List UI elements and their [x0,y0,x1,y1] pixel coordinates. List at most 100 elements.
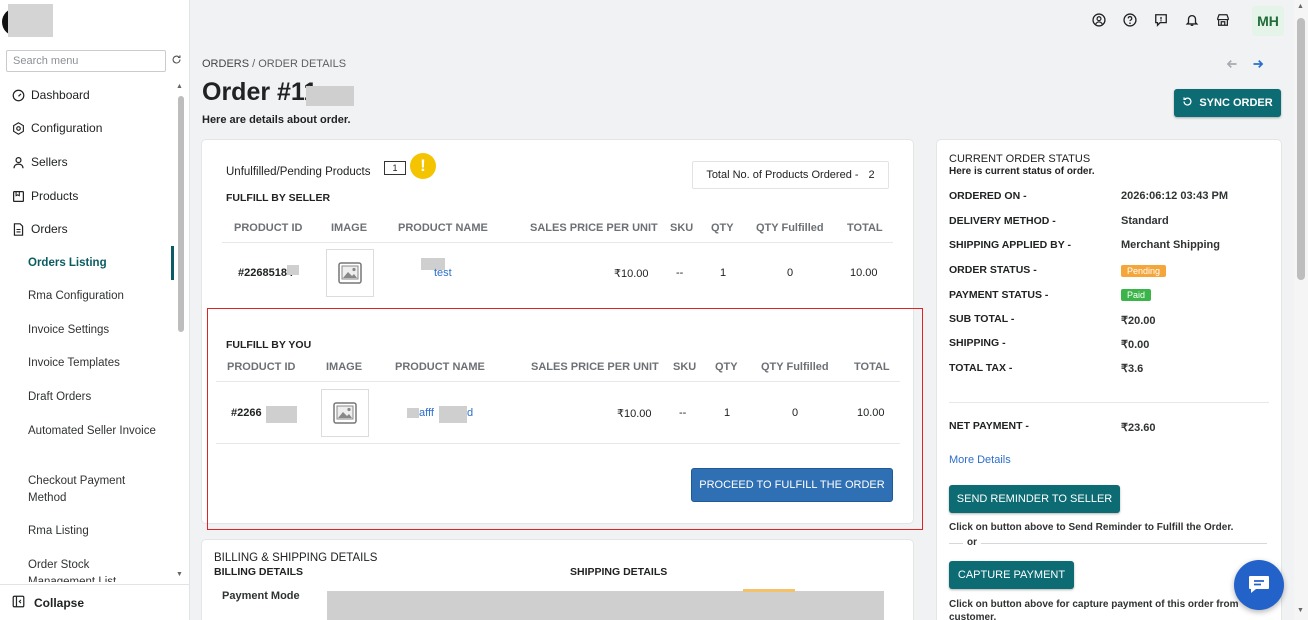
redacted-block [327,591,884,620]
product-id: #2266 [231,407,262,419]
column-header: PRODUCT NAME [398,222,488,234]
breadcrumb: ORDERS / ORDER DETAILS [202,58,346,70]
sub-total-value: ₹20.00 [1121,315,1156,327]
products-icon [11,189,25,203]
divider [222,242,893,243]
unfulfilled-count: 1 [384,161,406,175]
collapse-label: Collapse [34,595,85,610]
breadcrumb-orders[interactable]: ORDERS [202,58,249,70]
status-subtitle: Here is current status of order. [949,166,1095,177]
delivery-method-value: Standard [1121,215,1169,227]
page-scrollbar[interactable]: ▲ ▼ [1294,0,1308,620]
help-icon[interactable] [1121,11,1139,29]
sidebar-item-label: Orders [31,222,68,236]
proceed-to-fulfill-button[interactable]: PROCEED TO FULFILL THE ORDER [691,468,893,502]
sku: -- [679,407,687,419]
sidebar-subitem-invoice-settings[interactable]: Invoice Settings [28,322,158,339]
sync-order-button[interactable]: SYNC ORDER [1174,89,1281,117]
sidebar-subitem-rma-listing[interactable]: Rma Listing [28,523,158,540]
sidebar-subitem-checkout-payment-method[interactable]: Checkout Payment Method [28,473,158,507]
sidebar-item-sellers[interactable]: Sellers [11,155,68,169]
logo[interactable] [8,4,53,37]
scroll-up-icon[interactable]: ▲ [1297,3,1304,10]
chat-button[interactable] [1234,560,1284,610]
billing-details-title: BILLING DETAILS [214,566,304,578]
sync-order-label: SYNC ORDER [1199,97,1273,109]
breadcrumb-separator: / [249,58,259,70]
store-icon[interactable] [1214,11,1232,29]
scroll-up-icon[interactable]: ▲ [176,83,183,90]
shipping-details-title: SHIPPING DETAILS [570,566,668,578]
billing-shipping-heading: BILLING & SHIPPING DETAILS [214,552,378,564]
refresh-icon[interactable] [171,54,182,68]
sidebar-item-label: Products [31,189,79,203]
total-tax-label: TOTAL TAX - [949,362,1013,374]
product-image-placeholder [326,249,374,297]
capture-payment-button[interactable]: CAPTURE PAYMENT [949,561,1074,589]
page-scroll-thumb[interactable] [1297,18,1305,280]
sidebar-item-orders[interactable]: Orders [11,222,68,236]
status-badge [743,589,795,592]
payment-status-badge: Paid [1121,289,1152,301]
sidebar-item-products[interactable]: Products [11,189,78,203]
or-divider [949,543,1267,544]
column-header: QTY Fulfilled [761,361,829,373]
send-reminder-button[interactable]: SEND REMINDER TO SELLER [949,485,1120,513]
product-name-link[interactable]: test [434,267,452,279]
total-products-value: 2 [868,169,875,181]
sidebar-item-label: Dashboard [31,88,90,102]
status-title: CURRENT ORDER STATUS [949,153,1091,165]
column-header: SALES PRICE PER UNIT [530,222,658,234]
sidebar-subitem-orders-listing[interactable]: Orders Listing [28,255,158,272]
redacted-text [407,408,419,418]
net-payment-label: NET PAYMENT - [949,420,1029,432]
redacted-text [266,406,297,423]
divider [216,381,900,382]
column-header: IMAGE [326,361,363,373]
sidebar-menu: Dashboard Configuration Sellers Products… [0,82,174,582]
chat-icon [1249,576,1269,593]
sidebar-scrollbar[interactable] [178,96,184,332]
payment-status-label: PAYMENT STATUS - [949,289,1049,301]
divider [216,443,900,444]
product-name-link[interactable]: afff [419,407,434,419]
feedback-icon[interactable] [1152,11,1170,29]
scroll-down-icon[interactable]: ▼ [176,571,183,578]
total-tax-value: ₹3.6 [1121,363,1144,375]
search-menu-input[interactable] [6,50,166,72]
total-products-box: Total No. of Products Ordered - 2 [692,161,889,189]
shipping-label: SHIPPING - [949,337,1006,349]
sidebar-item-configuration[interactable]: Configuration [11,121,102,135]
column-header: PRODUCT ID [227,361,296,373]
active-indicator [171,246,174,280]
total-products-label: Total No. of Products Ordered - [706,169,859,181]
avatar[interactable]: MH [1252,6,1284,36]
scroll-down-icon[interactable]: ▼ [1297,607,1304,614]
collapse-button[interactable]: Collapse [0,584,190,620]
fulfill-by-you-heading: FULFILL BY YOU [226,339,312,351]
more-details-link[interactable]: More Details [949,454,1011,466]
column-header: PRODUCT ID [234,222,303,234]
image-placeholder-icon [333,402,357,424]
column-header: TOTAL [854,361,890,373]
capture-note: Click on button above for capture paymen… [949,599,1239,620]
product-name-link[interactable]: d [467,407,473,419]
bell-icon[interactable] [1183,11,1201,29]
arrow-right-icon[interactable] [1252,57,1264,73]
row-total: 10.00 [850,267,878,279]
sidebar-subitem-order-stock-management[interactable]: Order Stock Management List [28,557,158,582]
dashboard-icon [11,88,25,102]
image-placeholder-icon [338,262,362,284]
sidebar-subitem-invoice-templates[interactable]: Invoice Templates [28,355,158,372]
sidebar-subitem-automated-seller-invoice[interactable]: Automated Seller Invoice [28,423,158,440]
user-circle-icon[interactable] [1090,11,1108,29]
sidebar-subitem-draft-orders[interactable]: Draft Orders [28,389,158,406]
page-title: Order #11 [202,78,318,106]
sales-price: ₹10.00 [614,268,649,280]
sales-price: ₹10.00 [617,408,652,420]
sidebar-item-dashboard[interactable]: Dashboard [11,88,90,102]
shipping-value: ₹0.00 [1121,339,1150,351]
configuration-icon [11,121,25,135]
sidebar-subitem-rma-configuration[interactable]: Rma Configuration [28,288,158,305]
arrow-left-icon[interactable] [1226,57,1238,73]
